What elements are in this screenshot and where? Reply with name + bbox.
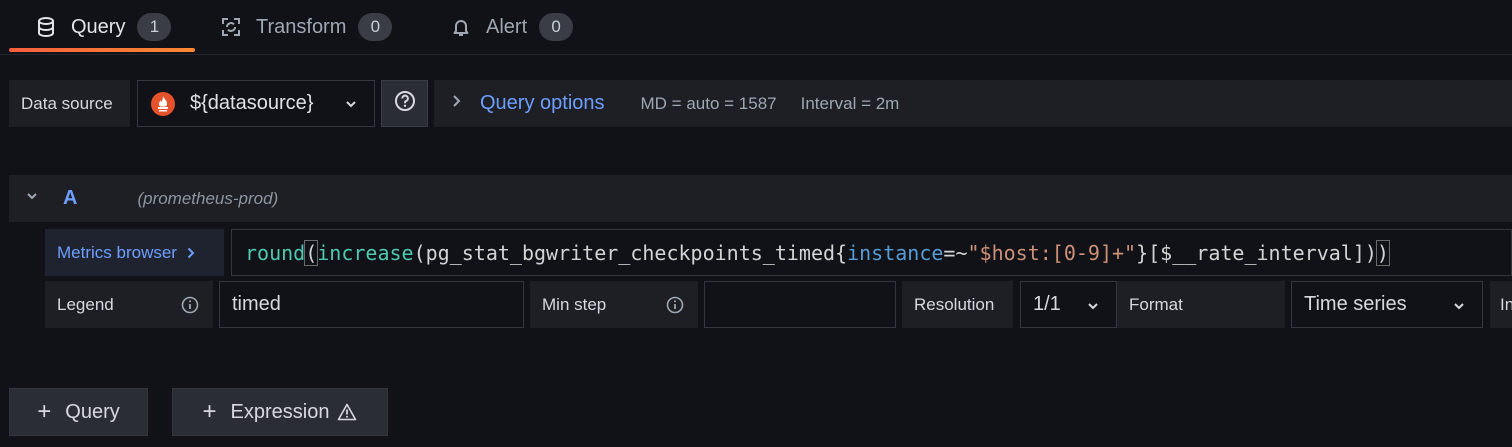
min-step-input[interactable]: [704, 281, 896, 328]
active-tab-indicator: [9, 48, 195, 52]
query-token: ): [1375, 239, 1390, 266]
legend-label-text: Legend: [57, 294, 114, 314]
info-icon[interactable]: [666, 296, 684, 319]
min-step-label-text: Min step: [542, 294, 607, 314]
promql-query-editor[interactable]: round(increase (pg_stat_bgwriter_checkpoi…: [231, 229, 1512, 276]
query-ref-id[interactable]: A: [63, 187, 77, 210]
datasource-picker[interactable]: ${datasource}: [137, 80, 375, 127]
transform-icon: [220, 16, 242, 38]
format-label: Format: [1117, 281, 1285, 328]
plus-icon: +: [37, 398, 52, 425]
tab-transform[interactable]: Transform 0: [220, 0, 393, 54]
tab-transform-label: Transform: [256, 15, 347, 38]
metrics-browser-button[interactable]: Metrics browser: [45, 229, 224, 276]
chevron-right-icon: [187, 247, 195, 259]
query-token: =~: [943, 240, 968, 265]
chevron-right-icon: [452, 94, 462, 113]
tab-alert-count: 0: [539, 13, 574, 41]
query-datasource-name: (prometheus-prod): [137, 188, 279, 208]
tab-alert[interactable]: Alert 0: [450, 0, 574, 54]
legend-input[interactable]: timed: [219, 281, 524, 328]
tab-query-count: 1: [137, 13, 172, 41]
query-options-title: Query options: [480, 92, 605, 114]
format-select[interactable]: Time series: [1291, 281, 1483, 328]
database-icon: [35, 16, 57, 38]
min-step-label: Min step: [530, 281, 698, 328]
add-query-button[interactable]: + Query: [9, 388, 148, 436]
add-expression-button[interactable]: + Expression: [172, 388, 388, 436]
bell-icon: [450, 16, 472, 38]
query-token: "$host:[0-9]+": [967, 240, 1137, 265]
query-row-header: A (prometheus-prod): [9, 175, 1512, 222]
query-token: (: [304, 239, 319, 266]
query-token: round: [245, 240, 306, 265]
tab-query-label: Query: [71, 15, 126, 38]
question-circle-icon: [394, 90, 416, 117]
chevron-down-icon: [1086, 296, 1100, 319]
format-value: Time series: [1304, 293, 1407, 315]
query-options-md: MD = auto = 1587: [640, 93, 777, 113]
add-query-label: Query: [65, 400, 120, 423]
query-options-interval: Interval = 2m: [800, 93, 900, 113]
query-token: increase: [317, 240, 414, 265]
instant-label: In: [1490, 281, 1512, 328]
query-token: instance: [847, 240, 944, 265]
chevron-down-icon[interactable]: [25, 189, 39, 208]
add-expression-label: Expression: [230, 400, 330, 423]
resolution-label: Resolution: [902, 281, 1013, 328]
tab-query[interactable]: Query 1: [35, 0, 172, 54]
query-options-toggle[interactable]: Query options MD = auto = 1587 Interval …: [434, 80, 1512, 127]
legend-label: Legend: [45, 281, 213, 328]
plus-icon: +: [202, 398, 217, 425]
chevron-down-icon: [344, 94, 358, 117]
datasource-help-button[interactable]: [381, 80, 428, 127]
info-icon[interactable]: [181, 296, 199, 319]
query-token: (pg_stat_bgwriter_checkpoints_timed{: [413, 240, 848, 265]
metrics-browser-label: Metrics browser: [57, 242, 177, 262]
chevron-down-icon: [1452, 296, 1466, 319]
resolution-select[interactable]: 1/1: [1020, 281, 1117, 328]
warning-icon: [337, 403, 357, 421]
query-token: }[$__rate_interval]): [1136, 240, 1377, 265]
tab-transform-count: 0: [358, 13, 393, 41]
datasource-label: Data source: [9, 80, 130, 127]
resolution-value: 1/1: [1033, 293, 1061, 315]
tab-alert-label: Alert: [486, 15, 528, 38]
datasource-value: ${datasource}: [190, 92, 314, 114]
prometheus-icon: [150, 91, 176, 117]
